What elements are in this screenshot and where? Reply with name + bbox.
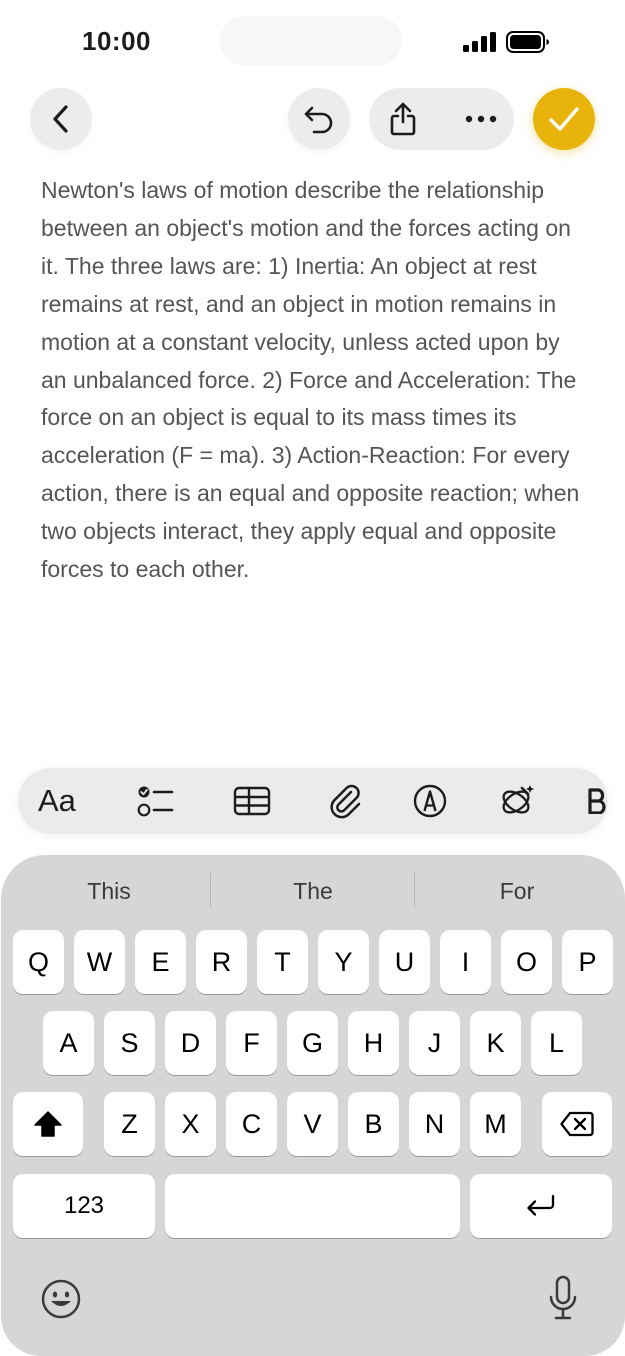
share-icon <box>390 102 416 136</box>
back-button[interactable] <box>30 88 92 150</box>
done-button[interactable] <box>533 88 595 150</box>
key-o[interactable]: O <box>501 930 552 994</box>
key-g[interactable]: G <box>287 1011 338 1075</box>
bold-icon <box>588 788 606 814</box>
key-t[interactable]: T <box>257 930 308 994</box>
key-d[interactable]: D <box>165 1011 216 1075</box>
undo-button[interactable] <box>288 88 350 150</box>
dictation-button[interactable] <box>538 1270 588 1326</box>
attachment-button[interactable] <box>320 768 372 834</box>
key-l[interactable]: L <box>531 1011 582 1075</box>
table-icon <box>233 786 271 816</box>
key-f[interactable]: F <box>226 1011 277 1075</box>
dynamic-island <box>220 16 402 66</box>
format-overflow-button[interactable] <box>586 768 608 834</box>
suggestion-1[interactable]: This <box>7 871 211 911</box>
key-c[interactable]: C <box>226 1092 277 1156</box>
writing-tools-icon <box>502 785 534 814</box>
delete-key[interactable] <box>542 1092 612 1156</box>
checklist-button[interactable] <box>130 768 182 834</box>
shift-icon <box>34 1111 62 1137</box>
key-z[interactable]: Z <box>104 1092 155 1156</box>
chevron-left-icon <box>53 105 68 133</box>
key-a[interactable]: A <box>43 1011 94 1075</box>
key-n[interactable]: N <box>409 1092 460 1156</box>
key-y[interactable]: Y <box>318 930 369 994</box>
key-w[interactable]: W <box>74 930 125 994</box>
note-text[interactable]: Newton's laws of motion describe the rel… <box>41 172 589 589</box>
key-r[interactable]: R <box>196 930 247 994</box>
key-i[interactable]: I <box>440 930 491 994</box>
formatting-toolbar: Aa <box>18 768 608 834</box>
table-button[interactable] <box>226 768 278 834</box>
paperclip-icon <box>330 784 361 819</box>
checklist-icon <box>137 786 174 817</box>
space-key[interactable] <box>165 1174 460 1238</box>
share-button[interactable] <box>372 88 434 150</box>
writing-tools-button[interactable] <box>490 768 542 834</box>
cellular-signal-icon <box>463 32 496 52</box>
key-q[interactable]: Q <box>13 930 64 994</box>
key-e[interactable]: E <box>135 930 186 994</box>
more-icon <box>465 115 497 123</box>
numbers-key[interactable]: 123 <box>13 1174 155 1238</box>
key-s[interactable]: S <box>104 1011 155 1075</box>
key-v[interactable]: V <box>287 1092 338 1156</box>
markup-button[interactable] <box>404 768 456 834</box>
key-h[interactable]: H <box>348 1011 399 1075</box>
microphone-icon <box>549 1275 577 1320</box>
suggestion-2[interactable]: The <box>211 871 415 911</box>
suggestion-3[interactable]: For <box>415 871 619 911</box>
key-u[interactable]: U <box>379 930 430 994</box>
key-j[interactable]: J <box>409 1011 460 1075</box>
return-key[interactable] <box>470 1174 612 1238</box>
key-m[interactable]: M <box>470 1092 521 1156</box>
key-k[interactable]: K <box>470 1011 521 1075</box>
backspace-icon <box>560 1111 594 1137</box>
undo-icon <box>304 106 333 134</box>
text-style-button[interactable]: Aa <box>38 768 76 834</box>
shift-key[interactable] <box>13 1092 83 1156</box>
status-time: 10:00 <box>82 26 151 56</box>
battery-icon <box>506 31 549 53</box>
key-x[interactable]: X <box>165 1092 216 1156</box>
more-button[interactable] <box>450 88 512 150</box>
key-p[interactable]: P <box>562 930 613 994</box>
emoji-button[interactable] <box>36 1274 86 1324</box>
key-b[interactable]: B <box>348 1092 399 1156</box>
return-icon <box>527 1194 555 1216</box>
checkmark-icon <box>549 107 579 131</box>
emoji-icon <box>41 1279 81 1319</box>
markup-pen-icon <box>413 784 447 818</box>
